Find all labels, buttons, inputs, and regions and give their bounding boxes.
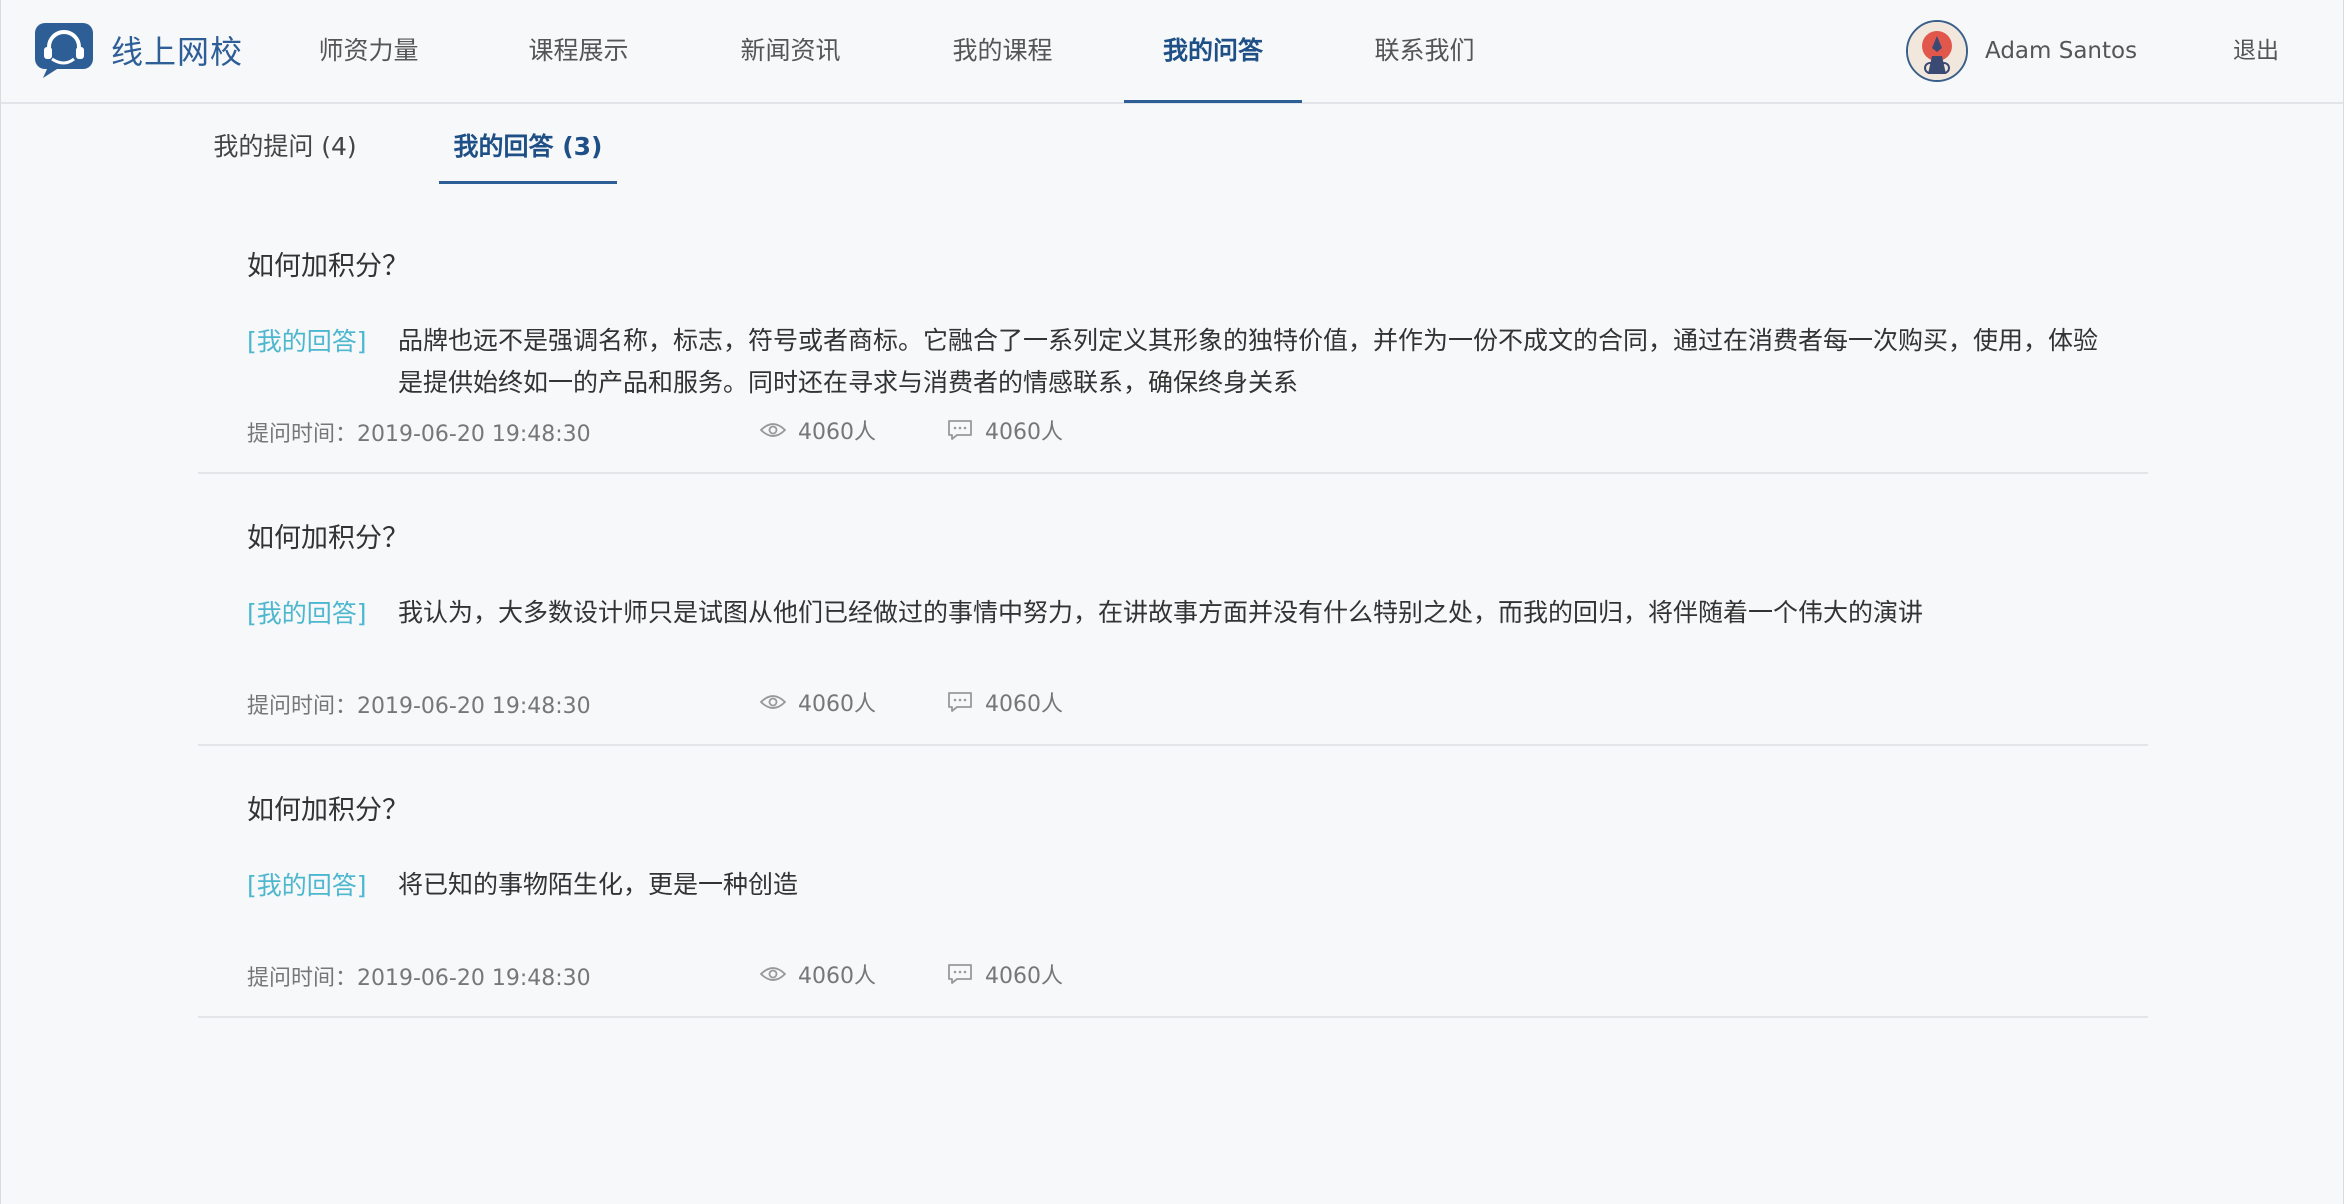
view-count: 4060人 [760,686,876,718]
question-title[interactable]: 如何加积分？ [247,788,409,827]
comment-count: 4060人 [947,414,1063,446]
chat-bubble-headset-icon [35,23,93,78]
view-count: 4060人 [760,958,876,990]
question-time: 提问时间：2019-06-20 19:48:30 [247,966,591,991]
username: Adam Santos [1985,38,2138,64]
brand-name: 线上网校 [111,33,244,71]
comment-icon [948,692,972,712]
answer-text: 将已知的事物陌生化，更是一种创造 [398,870,799,899]
avatar-image [1908,22,1966,80]
comment-count: 4060人 [947,686,1063,718]
eye-icon [760,967,786,981]
eye-icon [760,695,786,709]
nav-item-teachers[interactable]: 师资力量 [301,0,436,102]
comment-count-value: 4060人 [985,964,1063,989]
nav-item-courses-showcase[interactable]: 课程展示 [511,0,646,102]
question-time: 提问时间：2019-06-20 19:48:30 [247,422,591,447]
my-answer-tag: [我的回答] [247,599,367,628]
view-count-value: 4060人 [798,692,876,717]
question-title[interactable]: 如何加积分？ [247,244,409,283]
logo[interactable]: 线上网校 [33,20,243,80]
comment-count-value: 4060人 [985,692,1063,717]
view-count-value: 4060人 [798,420,876,445]
page: 线上网校 师资力量 课程展示 新闻资讯 我的课程 我的问答 联系我们 Adam … [0,0,2344,1204]
question-title[interactable]: 如何加积分？ [247,516,409,555]
top-header: 线上网校 师资力量 课程展示 新闻资讯 我的课程 我的问答 联系我们 Adam … [1,0,2343,104]
nav-item-my-courses[interactable]: 我的课程 [935,0,1070,102]
nav-item-news[interactable]: 新闻资讯 [723,0,858,102]
view-count: 4060人 [760,414,876,446]
comment-icon [948,964,972,984]
comment-icon [948,420,972,440]
tab-my-questions[interactable]: 我的提问 (4) [209,104,361,184]
answer-text: 品牌也远不是强调名称，标志，符号或者商标。它融合了一系列定义其形象的独特价值，并… [398,326,2099,397]
nav-item-contact[interactable]: 联系我们 [1357,0,1492,102]
my-answer-tag: [我的回答] [247,871,367,900]
comment-count: 4060人 [947,958,1063,990]
nav-item-my-qa[interactable]: 我的问答 [1124,0,1302,103]
my-answer-tag: [我的回答] [247,327,367,356]
comment-count-value: 4060人 [985,420,1063,445]
eye-icon [760,423,786,437]
view-count-value: 4060人 [798,964,876,989]
answer-item[interactable]: 如何加积分？ [我的回答] 将已知的事物陌生化，更是一种创造 提问时间：2019… [198,746,2148,1018]
tab-my-answers[interactable]: 我的回答 (3) [439,104,617,184]
answer-text: 我认为，大多数设计师只是试图从他们已经做过的事情中努力，在讲故事方面并没有什么特… [398,598,1924,627]
answer-item[interactable]: 如何加积分？ [我的回答] 品牌也远不是强调名称，标志，符号或者商标。它融合了一… [198,202,2148,474]
logout-link[interactable]: 退出 [2233,0,2279,102]
question-time: 提问时间：2019-06-20 19:48:30 [247,694,591,719]
answer-item[interactable]: 如何加积分？ [我的回答] 我认为，大多数设计师只是试图从他们已经做过的事情中努… [198,474,2148,746]
avatar[interactable] [1906,20,1968,82]
